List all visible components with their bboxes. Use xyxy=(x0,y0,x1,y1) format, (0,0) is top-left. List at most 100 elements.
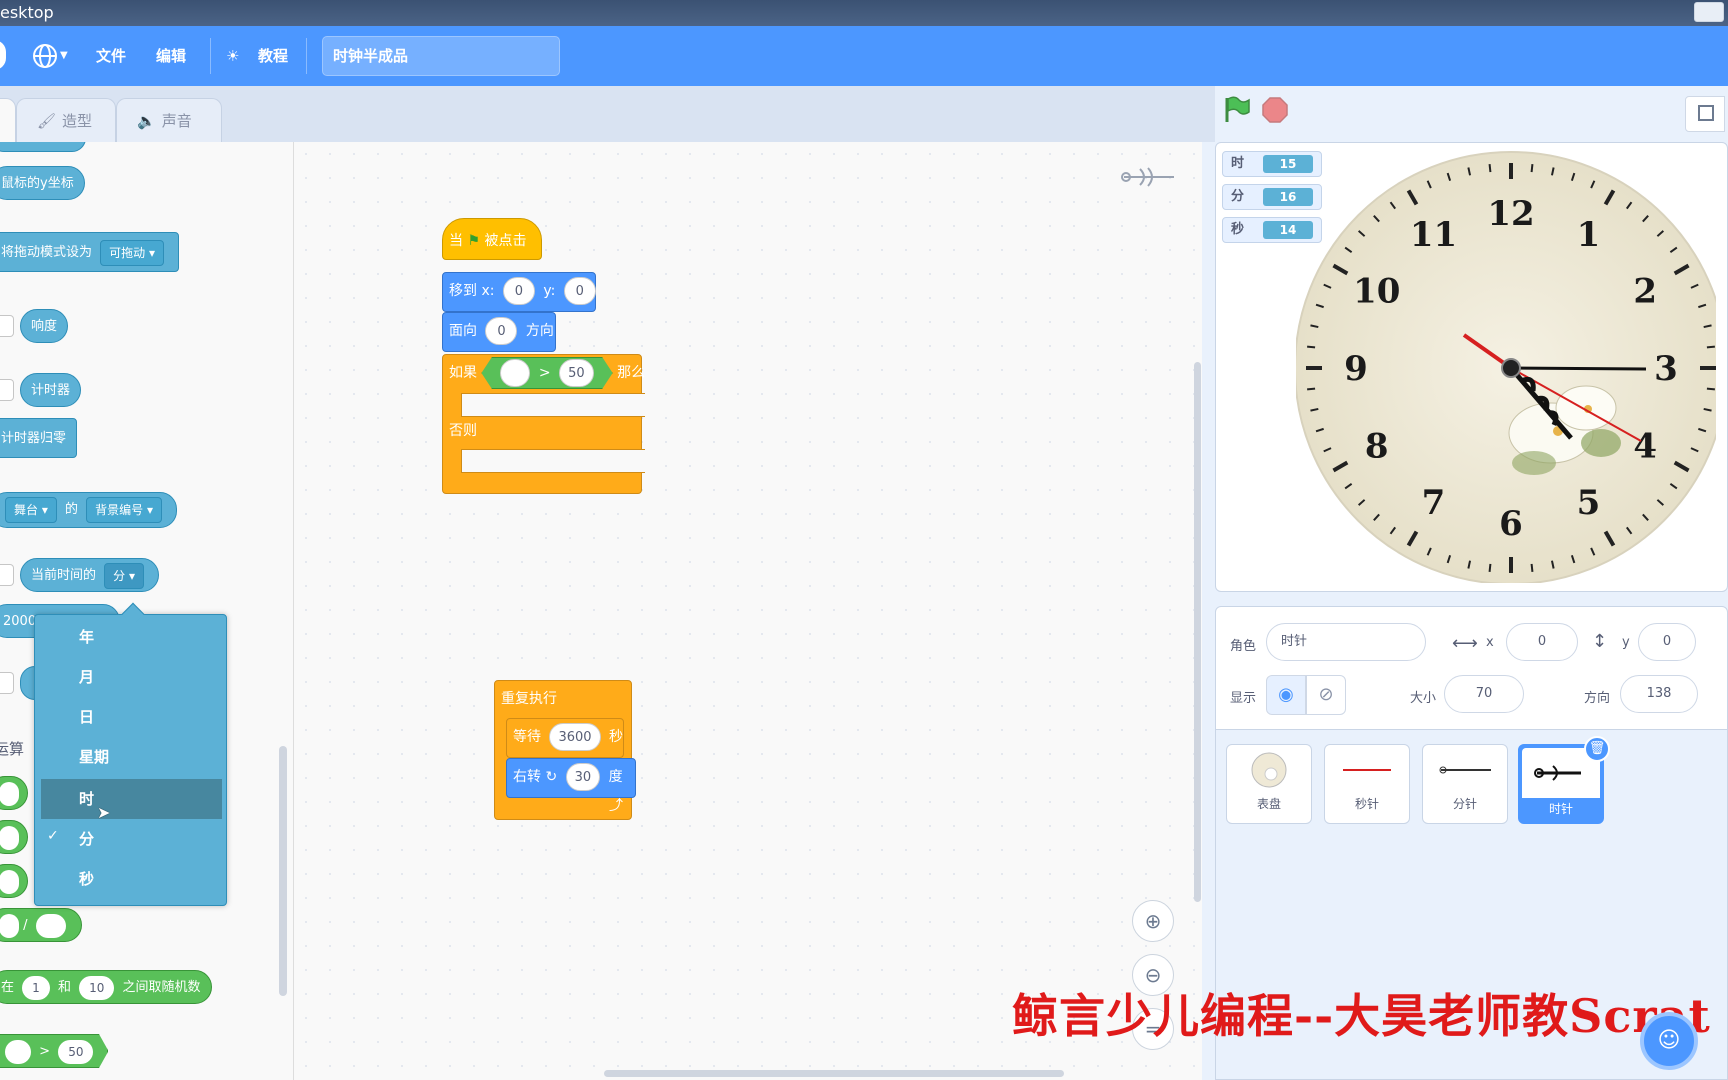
clock-tick xyxy=(1530,563,1534,572)
point-in-direction-block[interactable]: 面向 0 方向 xyxy=(442,312,556,352)
if-else-block[interactable]: 如果 > 50 那么 否则 xyxy=(442,354,645,494)
size-input[interactable]: 70 xyxy=(1444,675,1524,713)
dropdown-option-month[interactable]: 月 xyxy=(41,657,222,697)
block-random[interactable]: 在 1 和 10 之间取随机数 xyxy=(0,970,212,1004)
wait-block[interactable]: 等待 3600 秒 xyxy=(506,718,624,758)
when-flag-clicked-block[interactable]: 当 ⚑ 被点击 xyxy=(442,218,542,260)
drag-mode-dropdown[interactable]: 可拖动 ▾ xyxy=(100,239,165,266)
y-label: y xyxy=(1622,635,1630,650)
sprite-name-label: 角色 xyxy=(1230,639,1257,654)
dropdown-option-hour[interactable]: 时 xyxy=(41,779,222,819)
language-menu[interactable]: ▼ xyxy=(30,26,74,86)
block-timer[interactable]: 计时器 xyxy=(20,373,82,407)
block-divide[interactable]: / xyxy=(0,908,82,942)
turn-degrees-input[interactable]: 30 xyxy=(565,763,601,791)
block-reset-timer[interactable]: 计时器归零 xyxy=(0,418,78,458)
clock-number: 8 xyxy=(1365,427,1389,467)
dropdown-option-weekday[interactable]: 星期 xyxy=(41,737,222,777)
goto-y-input[interactable]: 0 xyxy=(563,277,596,305)
go-to-xy-block[interactable]: 移到 x: 0 y: 0 xyxy=(442,272,596,312)
green-flag-button[interactable] xyxy=(1221,94,1255,128)
size-label: 大小 xyxy=(1410,691,1437,706)
dropdown-option-year[interactable]: 年 xyxy=(41,617,222,657)
script-vertical-scrollbar[interactable] xyxy=(1194,362,1201,902)
delete-sprite-button[interactable]: 🗑 xyxy=(1584,736,1610,762)
window-restore-button[interactable] xyxy=(1694,2,1724,22)
tab-sounds[interactable]: 🔈 声音 xyxy=(116,98,222,142)
y-input[interactable]: 0 xyxy=(1638,623,1696,661)
sprite-tile-minute-hand[interactable]: 分针 xyxy=(1422,744,1508,824)
dropdown-option-second[interactable]: 秒 xyxy=(41,859,222,899)
tab-costumes[interactable]: 🖌 造型 xyxy=(16,98,116,142)
random-to-input[interactable]: 10 xyxy=(79,975,115,1000)
palette-scrollbar[interactable] xyxy=(279,746,287,996)
clock-number: 1 xyxy=(1577,215,1601,255)
condition-left-input[interactable] xyxy=(500,359,531,387)
scratch-logo[interactable] xyxy=(0,40,6,70)
script-horizontal-scrollbar[interactable] xyxy=(604,1070,1064,1077)
x-input[interactable]: 0 xyxy=(1506,623,1578,661)
tab-code[interactable] xyxy=(0,98,16,142)
stage-layout-button[interactable] xyxy=(1685,96,1725,132)
zoom-in-button[interactable]: ⊕ xyxy=(1132,900,1174,942)
gt-right-input[interactable]: 50 xyxy=(58,1039,94,1064)
hour-hand-thumbnail-icon xyxy=(1534,765,1581,781)
clock-tick xyxy=(1488,164,1492,173)
block-loudness[interactable]: 响度 xyxy=(20,309,69,343)
block-label: 在 xyxy=(1,980,15,995)
if-condition-slot[interactable]: > 50 xyxy=(481,357,613,389)
second-hand-thumbnail-icon xyxy=(1343,769,1391,771)
project-title-input[interactable]: 时钟半成品 xyxy=(322,36,560,76)
block-label: 如果 xyxy=(449,365,477,381)
script-area[interactable]: 当 ⚑ 被点击 移到 x: 0 y: 0 面向 0 方向 如果 > 50 那么 … xyxy=(294,142,1202,1080)
dropdown-option-day[interactable]: 日 xyxy=(41,697,222,737)
condition-right-input[interactable]: 50 xyxy=(559,359,594,387)
stage[interactable]: 时 15 分 16 秒 14 12 1 2 3 4 5 6 7 8 9 10 11 xyxy=(1215,142,1728,592)
block-current-time[interactable]: 当前时间的 分 ▾ xyxy=(20,558,160,592)
wait-seconds-input[interactable]: 3600 xyxy=(549,723,601,751)
sprite-tile-hour-hand[interactable]: 时针 🗑 xyxy=(1518,736,1610,824)
layout-icon xyxy=(1698,105,1714,121)
stop-button[interactable] xyxy=(1261,96,1291,126)
monitor-checkbox[interactable] xyxy=(0,379,14,401)
monitor-checkbox[interactable] xyxy=(0,564,14,586)
sprite-tile-dial[interactable]: 表盘 xyxy=(1226,744,1312,824)
of-attribute-dropdown[interactable]: 背景编号 ▾ xyxy=(86,496,163,523)
sprite-tile-second-hand[interactable]: 秒针 xyxy=(1324,744,1410,824)
block-mouse-y[interactable]: 鼠标的y坐标 xyxy=(0,166,85,200)
random-from-input[interactable]: 1 xyxy=(22,975,50,1000)
block-multiply[interactable] xyxy=(0,864,28,898)
turn-right-block[interactable]: 右转 ↻ 30 度 xyxy=(506,758,636,798)
block-palette[interactable]: 鼠标的y坐标 将拖动模式设为 可拖动 ▾ 响度 计时器 计时器归零 舞台 ▾ 的… xyxy=(0,142,294,1080)
clock-number: 3 xyxy=(1654,349,1678,389)
tutorials-menu[interactable]: ☀ 教程 xyxy=(226,26,296,86)
block-greater-than[interactable]: > 50 xyxy=(0,1034,109,1068)
monitor-checkbox[interactable] xyxy=(0,672,14,694)
dropdown-option-minute[interactable]: 分 xyxy=(41,819,222,859)
gt-left-input[interactable] xyxy=(5,1039,31,1064)
monitor-checkbox[interactable] xyxy=(0,315,14,337)
block-set-drag-mode[interactable]: 将拖动模式设为 可拖动 ▾ xyxy=(0,232,180,272)
current-time-dropdown[interactable]: 分 ▾ xyxy=(104,562,145,589)
green-flag-icon: ⚑ xyxy=(467,233,481,249)
window-title-bar: esktop xyxy=(0,0,1728,26)
add-sprite-button[interactable]: ☺ xyxy=(1640,1012,1698,1070)
goto-x-input[interactable]: 0 xyxy=(502,277,535,305)
y-arrows-icon: ↕ xyxy=(1592,631,1608,652)
block-add[interactable] xyxy=(0,776,28,810)
block-label: 当 xyxy=(449,233,463,249)
file-menu[interactable]: 文件 xyxy=(96,26,126,86)
of-target-dropdown[interactable]: 舞台 ▾ xyxy=(5,496,57,523)
divide-left-input[interactable] xyxy=(0,913,19,938)
block-of[interactable]: 舞台 ▾ 的 背景编号 ▾ xyxy=(0,492,178,528)
divide-right-input[interactable] xyxy=(35,913,66,938)
direction-input[interactable]: 0 xyxy=(485,317,518,345)
block-subtract[interactable] xyxy=(0,820,28,854)
edit-menu[interactable]: 编辑 xyxy=(156,26,186,86)
if-else-inner-gap xyxy=(461,393,645,417)
sprite-name-input[interactable]: 时针 xyxy=(1266,623,1426,661)
block-partial[interactable] xyxy=(0,142,86,152)
direction-input[interactable]: 138 xyxy=(1620,675,1698,713)
show-visible-button[interactable]: ◉ xyxy=(1266,675,1306,715)
show-hidden-button[interactable]: ⊘ xyxy=(1306,675,1346,715)
